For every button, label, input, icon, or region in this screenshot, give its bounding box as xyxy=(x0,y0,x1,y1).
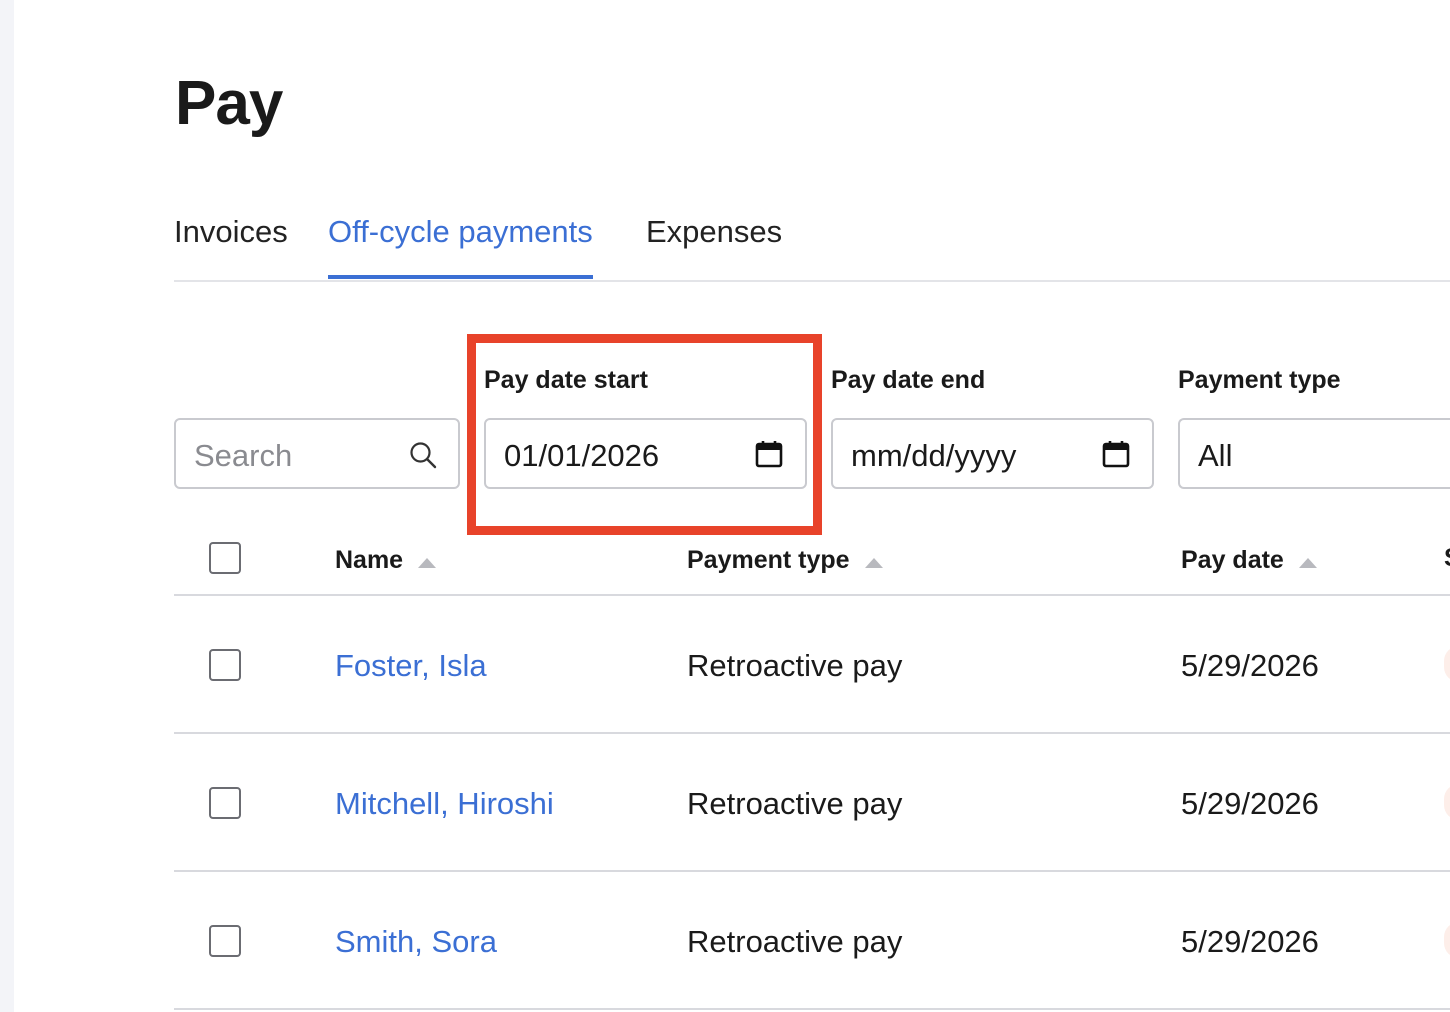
column-header-status[interactable]: S xyxy=(1444,544,1450,573)
tab-expenses[interactable]: Expenses xyxy=(646,214,782,280)
status-badge xyxy=(1444,784,1450,820)
pay-date-end-field[interactable]: mm/dd/yyyy xyxy=(831,418,1154,489)
status-badge xyxy=(1444,646,1450,682)
table-row: Smith, Sora Retroactive pay 5/29/2026 xyxy=(174,872,1450,1010)
table-row: Foster, Isla Retroactive pay 5/29/2026 xyxy=(174,596,1450,734)
pay-date-end-placeholder: mm/dd/yyyy xyxy=(851,438,1017,473)
tab-off-cycle-payments[interactable]: Off-cycle payments xyxy=(328,214,593,280)
page-title: Pay xyxy=(175,69,283,138)
sort-up-icon[interactable] xyxy=(417,547,437,576)
table-row: Mitchell, Hiroshi Retroactive pay 5/29/2… xyxy=(174,734,1450,872)
sort-up-icon[interactable] xyxy=(1298,547,1318,576)
table-header: Name Payment type Pay date S xyxy=(174,520,1450,596)
status-badge xyxy=(1444,922,1450,958)
left-rail xyxy=(0,0,14,1012)
highlight-box xyxy=(467,334,822,535)
column-header-payment-type[interactable]: Payment type xyxy=(687,546,884,576)
column-header-name-label: Name xyxy=(335,546,404,574)
select-all-checkbox[interactable] xyxy=(209,542,241,574)
column-header-pay-date-label: Pay date xyxy=(1181,546,1284,574)
column-header-pay-date[interactable]: Pay date xyxy=(1181,546,1318,576)
employee-name-link[interactable]: Foster, Isla xyxy=(335,648,487,684)
pay-date-cell: 5/29/2026 xyxy=(1181,924,1319,959)
pay-date-cell: 5/29/2026 xyxy=(1181,786,1319,821)
row-checkbox[interactable] xyxy=(209,649,241,681)
search-input[interactable]: Search xyxy=(174,418,460,489)
employee-name-link[interactable]: Smith, Sora xyxy=(335,924,497,960)
tab-invoices[interactable]: Invoices xyxy=(174,214,288,280)
sort-up-icon[interactable] xyxy=(864,547,884,576)
row-checkbox[interactable] xyxy=(209,787,241,819)
payment-type-value: All xyxy=(1198,438,1233,473)
payment-type-cell: Retroactive pay xyxy=(687,786,903,821)
payment-type-cell: Retroactive pay xyxy=(687,648,903,683)
payment-type-label: Payment type xyxy=(1178,366,1341,394)
pay-date-cell: 5/29/2026 xyxy=(1181,648,1319,683)
column-header-name[interactable]: Name xyxy=(335,546,437,576)
column-header-payment-type-label: Payment type xyxy=(687,546,850,574)
employee-name-link[interactable]: Mitchell, Hiroshi xyxy=(335,786,554,822)
payment-type-cell: Retroactive pay xyxy=(687,924,903,959)
calendar-icon[interactable] xyxy=(1101,439,1131,477)
pay-date-end-label: Pay date end xyxy=(831,366,986,394)
row-checkbox[interactable] xyxy=(209,925,241,957)
tab-bar: Invoices Off-cycle payments Expenses xyxy=(174,214,1450,282)
search-placeholder: Search xyxy=(194,438,293,473)
search-icon[interactable] xyxy=(408,440,438,478)
payment-type-select[interactable]: All xyxy=(1178,418,1450,489)
